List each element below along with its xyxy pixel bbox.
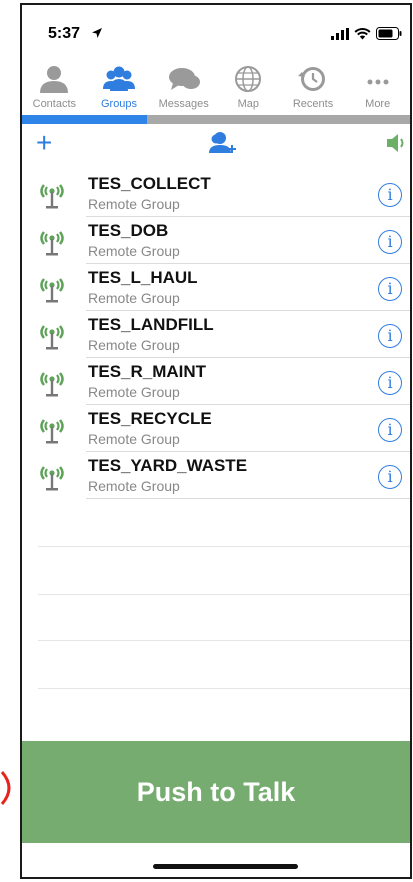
info-icon[interactable]: i	[378, 183, 402, 207]
tab-label: Recents	[292, 98, 334, 110]
group-row[interactable]: TES_RECYCLE Remote Group i	[22, 405, 410, 452]
status-bar: 5:37	[22, 5, 410, 53]
tab-label: More	[365, 98, 391, 110]
group-name: TES_RECYCLE	[88, 409, 212, 428]
info-icon[interactable]: i	[378, 418, 402, 442]
messages-icon	[168, 68, 200, 90]
tab-recents[interactable]: Recents	[281, 57, 346, 113]
status-icons	[331, 27, 402, 40]
group-row[interactable]: TES_DOB Remote Group i	[22, 217, 410, 264]
phone-screen: 5:37 Contacts Groups Messages Map Recent…	[20, 3, 412, 879]
tab-indicator	[22, 115, 410, 124]
group-type: Remote Group	[88, 196, 180, 212]
antenna-icon	[40, 184, 64, 209]
antenna-icon	[40, 372, 64, 397]
tab-label: Contacts	[32, 98, 77, 110]
group-row[interactable]: TES_COLLECT Remote Group i	[22, 170, 410, 217]
divider	[38, 546, 410, 547]
group-row[interactable]: TES_R_MAINT Remote Group i	[22, 358, 410, 405]
antenna-icon	[40, 419, 64, 444]
group-type: Remote Group	[88, 337, 180, 353]
tab-label: Messages	[158, 98, 209, 110]
add-user-icon[interactable]	[208, 131, 238, 157]
divider	[38, 594, 410, 595]
tab-label: Groups	[100, 98, 138, 110]
wifi-icon	[354, 27, 371, 39]
antenna-icon	[40, 231, 64, 256]
group-name: TES_DOB	[88, 221, 169, 240]
group-name: TES_L_HAUL	[88, 268, 198, 287]
group-name: TES_R_MAINT	[88, 362, 207, 381]
push-to-talk-label: Push to Talk	[136, 776, 296, 807]
info-icon[interactable]: i	[378, 371, 402, 395]
group-name: TES_YARD_WASTE	[88, 456, 248, 475]
group-name: TES_COLLECT	[88, 174, 211, 193]
tab-label: Map	[237, 98, 260, 110]
person-icon	[40, 66, 69, 93]
group-list: TES_COLLECT Remote Group i TES_DOB Remote Gr…	[22, 170, 410, 499]
push-to-talk-button[interactable]: Push to Talk	[22, 741, 410, 843]
more-icon	[367, 79, 389, 85]
active-tab-indicator	[22, 115, 147, 124]
info-icon[interactable]: i	[378, 230, 402, 254]
groups-toolbar: +	[22, 124, 410, 166]
signal-icon	[331, 27, 349, 40]
location-arrow-icon	[92, 28, 102, 38]
globe-icon	[235, 66, 262, 92]
group-type: Remote Group	[88, 478, 180, 494]
divider	[38, 640, 410, 641]
group-type: Remote Group	[88, 290, 180, 306]
group-row[interactable]: TES_YARD_WASTE Remote Group i	[22, 452, 410, 499]
tab-groups[interactable]: Groups	[87, 57, 152, 113]
antenna-icon	[40, 278, 64, 303]
groups-icon	[103, 66, 135, 91]
group-type: Remote Group	[88, 243, 180, 259]
divider	[86, 498, 410, 499]
tab-contacts[interactable]: Contacts	[22, 57, 87, 113]
tab-map[interactable]: Map	[216, 57, 281, 113]
battery-icon	[376, 27, 402, 40]
antenna-icon	[40, 466, 64, 491]
add-button[interactable]: +	[36, 128, 52, 158]
tab-messages[interactable]: Messages	[151, 57, 216, 113]
status-time: 5:37	[48, 25, 81, 42]
speaker-icon[interactable]	[384, 132, 408, 154]
group-type: Remote Group	[88, 384, 180, 400]
group-type: Remote Group	[88, 431, 180, 447]
group-row[interactable]: TES_L_HAUL Remote Group i	[22, 264, 410, 311]
group-name: TES_LANDFILL	[88, 315, 214, 334]
info-icon[interactable]: i	[378, 324, 402, 348]
info-icon[interactable]: i	[378, 277, 402, 301]
recents-icon	[298, 67, 326, 91]
home-indicator[interactable]	[153, 864, 298, 869]
info-icon[interactable]: i	[378, 465, 402, 489]
tab-more[interactable]: More	[345, 57, 410, 113]
group-row[interactable]: TES_LANDFILL Remote Group i	[22, 311, 410, 358]
annotation-mark	[0, 771, 11, 805]
antenna-icon	[40, 325, 64, 350]
tab-bar: Contacts Groups Messages Map Recents Mor…	[22, 57, 410, 113]
divider	[38, 688, 410, 689]
